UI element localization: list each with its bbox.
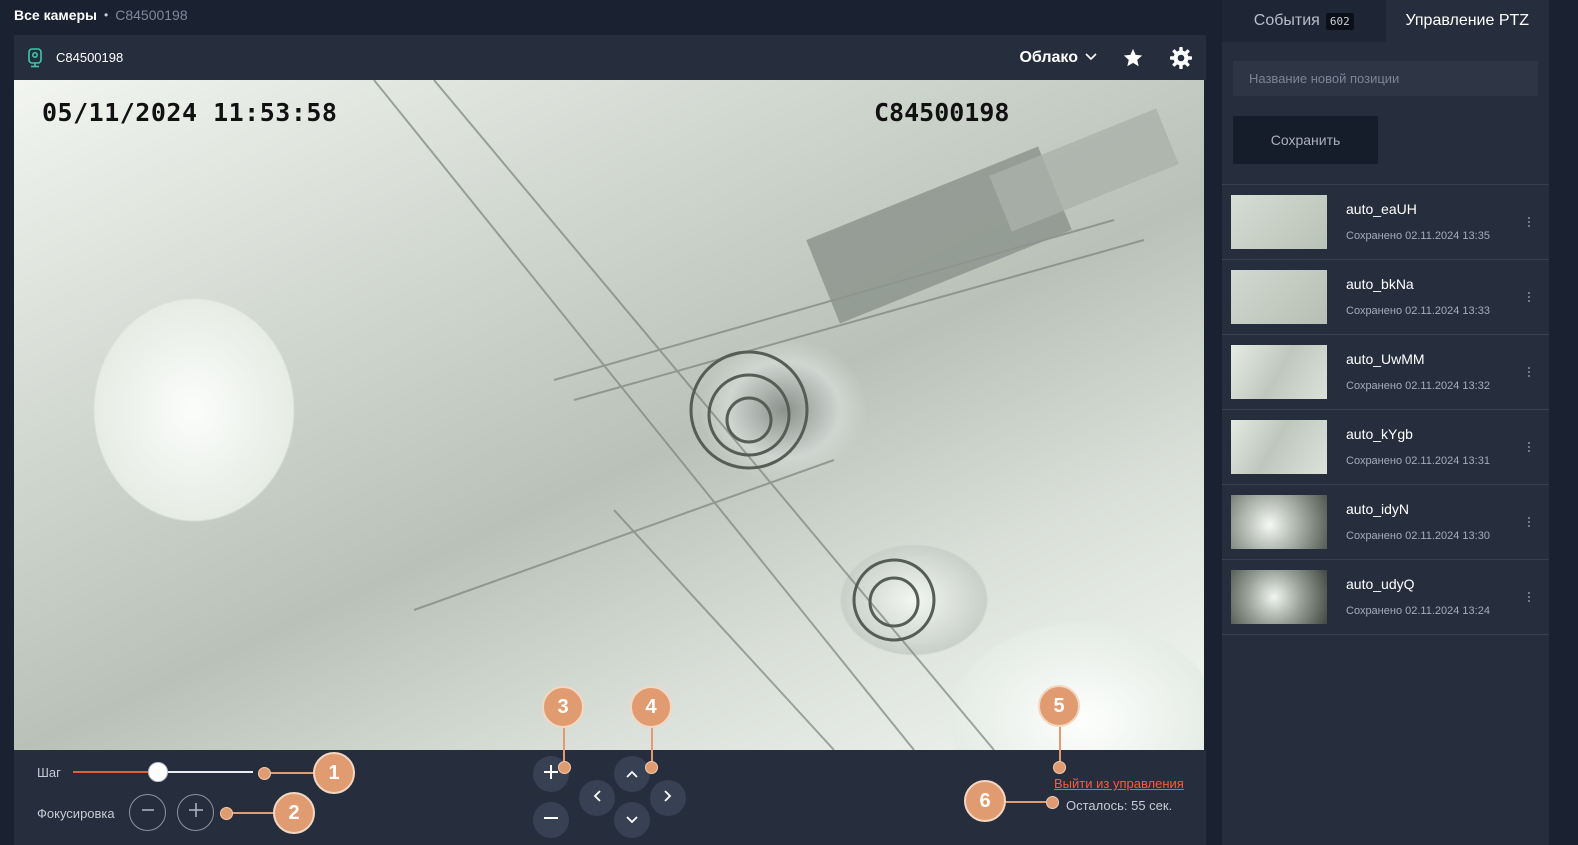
position-item[interactable]: auto_udyQ Сохранено 02.11.2024 13:24 bbox=[1222, 560, 1549, 635]
position-item[interactable]: auto_bkNa Сохранено 02.11.2024 13:33 bbox=[1222, 260, 1549, 335]
position-item[interactable]: auto_idyN Сохранено 02.11.2024 13:30 bbox=[1222, 485, 1549, 560]
right-panel: События 602 Управление PTZ Сохранить aut… bbox=[1222, 0, 1549, 845]
callout-dot-2 bbox=[220, 807, 233, 820]
position-item[interactable]: auto_eaUH Сохранено 02.11.2024 13:35 bbox=[1222, 185, 1549, 260]
position-thumbnail[interactable] bbox=[1231, 345, 1327, 399]
star-icon[interactable] bbox=[1120, 45, 1146, 71]
callout-line-1 bbox=[264, 772, 314, 774]
more-vertical-icon[interactable] bbox=[1523, 287, 1535, 307]
chevron-left-icon bbox=[593, 789, 601, 807]
position-thumbnail[interactable] bbox=[1231, 420, 1327, 474]
video-timestamp: 05/11/2024 11:53:58 bbox=[42, 98, 338, 127]
callout-line-2 bbox=[226, 812, 276, 814]
position-saved-date: Сохранено 02.11.2024 13:32 bbox=[1346, 380, 1490, 392]
position-name: auto_UwMM bbox=[1346, 351, 1425, 367]
camera-actions: Облако bbox=[1019, 45, 1194, 71]
callout-1: 1 bbox=[313, 752, 355, 794]
minus-icon bbox=[543, 810, 559, 831]
video-camera-id: C84500198 bbox=[874, 98, 1010, 127]
more-vertical-icon[interactable] bbox=[1523, 362, 1535, 382]
position-name: auto_kYgb bbox=[1346, 426, 1413, 442]
tab-events[interactable]: События 602 bbox=[1222, 0, 1386, 42]
storage-dropdown[interactable]: Облако bbox=[1019, 49, 1098, 67]
tab-ptz-label: Управление PTZ bbox=[1405, 12, 1530, 29]
more-vertical-icon[interactable] bbox=[1523, 212, 1535, 232]
position-saved-date: Сохранено 02.11.2024 13:30 bbox=[1346, 530, 1490, 542]
tab-ptz-control[interactable]: Управление PTZ bbox=[1385, 0, 1549, 42]
position-saved-date: Сохранено 02.11.2024 13:31 bbox=[1346, 455, 1490, 467]
callout-5: 5 bbox=[1038, 685, 1080, 727]
step-slider[interactable] bbox=[73, 762, 253, 782]
callout-dot-1 bbox=[258, 767, 271, 780]
position-item[interactable]: auto_kYgb Сохранено 02.11.2024 13:31 bbox=[1222, 410, 1549, 485]
position-saved-date: Сохранено 02.11.2024 13:24 bbox=[1346, 605, 1490, 617]
pan-up-button[interactable] bbox=[614, 756, 650, 792]
chevron-up-icon bbox=[626, 765, 638, 783]
step-label: Шаг bbox=[37, 765, 61, 780]
position-saved-date: Сохранено 02.11.2024 13:35 bbox=[1346, 230, 1490, 242]
minus-icon bbox=[140, 802, 156, 823]
callout-2: 2 bbox=[273, 792, 315, 834]
callout-dot-6 bbox=[1046, 796, 1059, 809]
exit-control-link[interactable]: Выйти из управления bbox=[1054, 776, 1184, 791]
breadcrumb-current-camera: C84500198 bbox=[115, 7, 188, 23]
video-feed[interactable]: 05/11/2024 11:53:58 C84500198 bbox=[14, 80, 1204, 750]
video-scene bbox=[373, 80, 1179, 750]
position-name: auto_bkNa bbox=[1346, 276, 1414, 292]
new-position-name-input[interactable] bbox=[1233, 61, 1538, 96]
saved-positions-list: auto_eaUH Сохранено 02.11.2024 13:35 auto_… bbox=[1222, 184, 1549, 635]
position-thumbnail[interactable] bbox=[1231, 495, 1327, 549]
events-count-badge: 602 bbox=[1325, 12, 1354, 30]
chevron-down-icon bbox=[626, 811, 638, 829]
position-name: auto_idyN bbox=[1346, 501, 1410, 517]
focus-label: Фокусировка bbox=[37, 806, 115, 821]
callout-4: 4 bbox=[630, 686, 672, 728]
callout-dot-3 bbox=[558, 761, 571, 774]
breadcrumb: Все камеры • C84500198 bbox=[14, 7, 188, 23]
chevron-right-icon bbox=[664, 789, 672, 807]
callout-3: 3 bbox=[542, 686, 584, 728]
position-saved-date: Сохранено 02.11.2024 13:33 bbox=[1346, 305, 1490, 317]
position-thumbnail[interactable] bbox=[1231, 570, 1327, 624]
pan-down-button[interactable] bbox=[614, 802, 650, 838]
more-vertical-icon[interactable] bbox=[1523, 512, 1535, 532]
plus-icon bbox=[187, 801, 205, 824]
plus-icon bbox=[543, 764, 559, 785]
position-item[interactable]: auto_UwMM Сохранено 02.11.2024 13:32 bbox=[1222, 335, 1549, 410]
step-slider-fill bbox=[73, 771, 158, 773]
more-vertical-icon[interactable] bbox=[1523, 587, 1535, 607]
position-name: auto_udyQ bbox=[1346, 576, 1415, 592]
more-vertical-icon[interactable] bbox=[1523, 437, 1535, 457]
pan-right-button[interactable] bbox=[650, 780, 686, 816]
callout-dot-4 bbox=[645, 761, 658, 774]
chevron-down-icon bbox=[1084, 49, 1098, 67]
step-slider-thumb[interactable] bbox=[147, 762, 168, 782]
pan-left-button[interactable] bbox=[579, 780, 615, 816]
focus-plus-button[interactable] bbox=[177, 794, 214, 831]
camera-header: C84500198 Облако bbox=[14, 35, 1206, 80]
breadcrumb-separator: • bbox=[104, 8, 109, 22]
position-name: auto_eaUH bbox=[1346, 201, 1417, 217]
tab-events-label: События bbox=[1253, 12, 1320, 29]
breadcrumb-all-cameras[interactable]: Все камеры bbox=[14, 7, 97, 23]
camera-icon bbox=[26, 47, 44, 68]
callout-6: 6 bbox=[964, 780, 1006, 822]
focus-minus-button[interactable] bbox=[129, 794, 166, 831]
storage-label: Облако bbox=[1019, 48, 1078, 66]
zoom-out-button[interactable] bbox=[533, 802, 569, 838]
position-thumbnail[interactable] bbox=[1231, 195, 1327, 249]
panel-tabs: События 602 Управление PTZ bbox=[1222, 0, 1549, 42]
camera-name: C84500198 bbox=[56, 50, 124, 65]
callout-dot-5 bbox=[1053, 761, 1066, 774]
panel-edge bbox=[1549, 0, 1578, 845]
remaining-time: Осталось: 55 сек. bbox=[1066, 798, 1173, 813]
gear-icon[interactable] bbox=[1168, 45, 1194, 71]
position-thumbnail[interactable] bbox=[1231, 270, 1327, 324]
save-position-button[interactable]: Сохранить bbox=[1233, 116, 1378, 164]
